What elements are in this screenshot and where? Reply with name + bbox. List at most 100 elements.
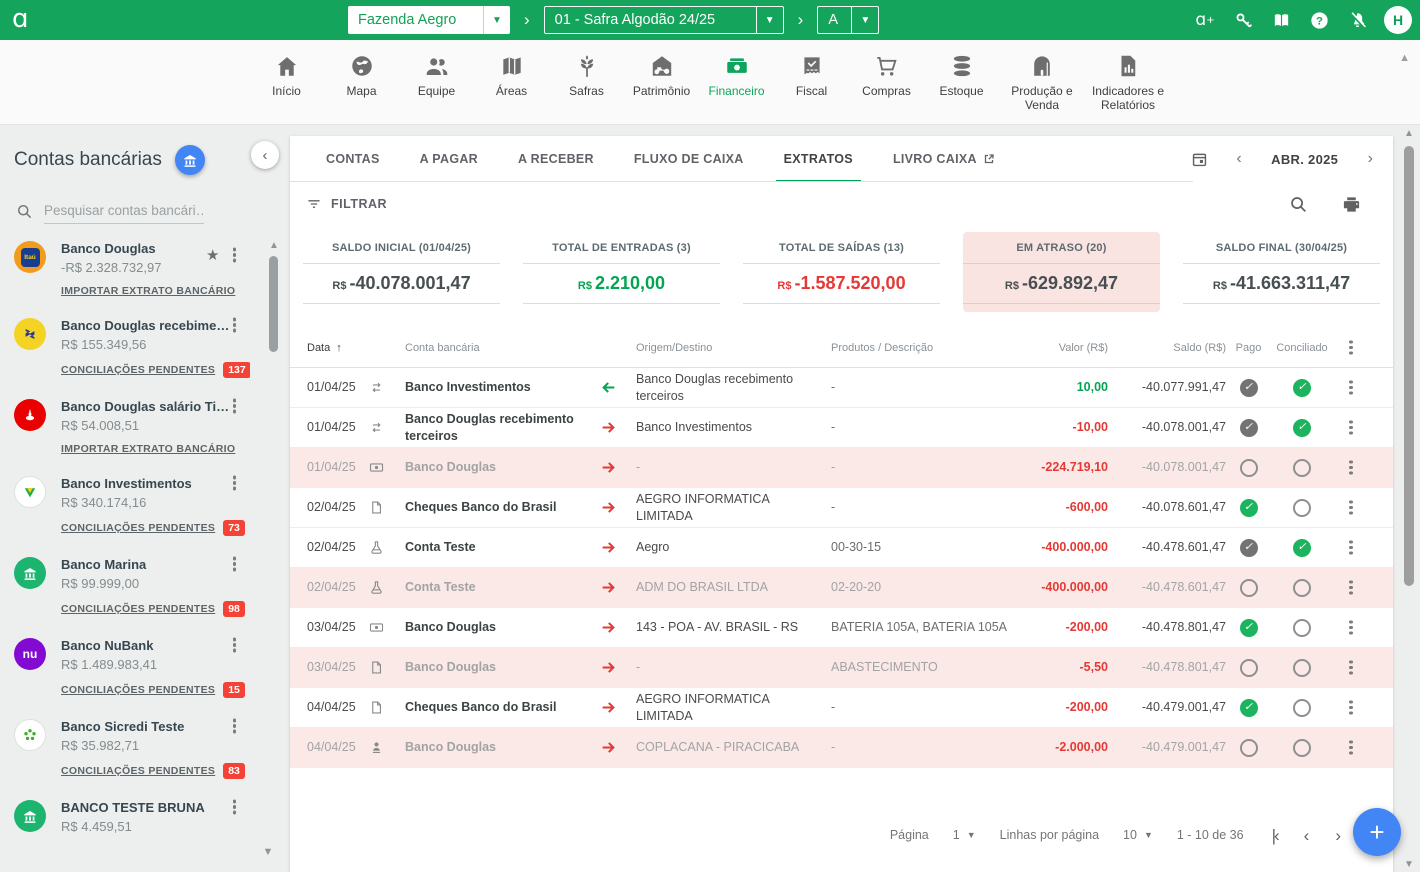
add-transaction-button[interactable]: + xyxy=(1353,808,1401,856)
table-row[interactable]: 01/04/25 Banco Douglas recebimento terce… xyxy=(290,408,1393,448)
account-menu-button[interactable] xyxy=(233,805,237,809)
book-icon[interactable] xyxy=(1270,9,1292,31)
column-origem-destino[interactable]: Origem/Destino xyxy=(636,342,831,354)
first-page-button[interactable]: |‹ xyxy=(1272,827,1278,844)
table-row[interactable]: 01/04/25 Banco Douglas - - -224.719,10 -… xyxy=(290,448,1393,488)
account-menu-button[interactable] xyxy=(233,253,237,257)
reconciled-status-icon[interactable] xyxy=(1293,579,1311,597)
season-selector[interactable]: 01 - Safra Algodão 24/25 ▼ xyxy=(544,6,784,34)
row-menu-button[interactable] xyxy=(1349,506,1353,510)
tab-contas[interactable]: CONTAS xyxy=(306,136,400,182)
scroll-down-icon[interactable]: ▼ xyxy=(1401,859,1417,870)
reconciled-status-icon[interactable] xyxy=(1293,379,1311,397)
scroll-down-icon[interactable]: ▼ xyxy=(258,846,278,858)
row-menu-button[interactable] xyxy=(1349,626,1353,630)
nav-fiscal[interactable]: Fiscal xyxy=(774,53,849,99)
tab-a-pagar[interactable]: A PAGAR xyxy=(400,136,498,182)
farm-selector[interactable]: Fazenda Aegro ▼ xyxy=(348,6,510,34)
list-item[interactable]: Banco MarinaR$ 99.999,00 CONCILIAÇÕES PE… xyxy=(14,557,250,617)
rows-per-page-select[interactable]: 10▼ xyxy=(1123,828,1153,842)
paid-status-icon[interactable] xyxy=(1240,499,1258,517)
collapse-nav-icon[interactable]: ▲ xyxy=(1399,52,1410,64)
pending-reconciliations-link[interactable]: CONCILIAÇÕES PENDENTES xyxy=(61,603,215,615)
scroll-up-icon[interactable]: ▲ xyxy=(1401,128,1417,139)
nav-areas[interactable]: Áreas xyxy=(474,53,549,99)
scrollbar-thumb[interactable] xyxy=(1404,146,1414,586)
aegro-plus-icon[interactable]: ɑ+ xyxy=(1194,9,1216,31)
pending-reconciliations-link[interactable]: CONCILIAÇÕES PENDENTES xyxy=(61,364,215,376)
tab-a-receber[interactable]: A RECEBER xyxy=(498,136,614,182)
previous-page-button[interactable]: ‹ xyxy=(1304,827,1310,844)
account-menu-button[interactable] xyxy=(233,724,237,728)
card-saldo-inicial[interactable]: SALDO INICIAL (01/04/25) R$-40.078.001,4… xyxy=(303,232,500,312)
paid-status-icon[interactable] xyxy=(1240,659,1258,677)
previous-month-button[interactable]: ‹ xyxy=(1232,150,1245,168)
table-row[interactable]: 03/04/25 Banco Douglas - ABASTECIMENTO -… xyxy=(290,648,1393,688)
collapse-sidebar-button[interactable]: ‹ xyxy=(251,141,279,169)
column-saldo[interactable]: Saldo (R$) xyxy=(1108,342,1226,354)
pending-reconciliations-link[interactable]: CONCILIAÇÕES PENDENTES xyxy=(61,684,215,696)
reconciled-status-icon[interactable] xyxy=(1293,459,1311,477)
paid-status-icon[interactable] xyxy=(1240,459,1258,477)
filter-button[interactable]: FILTRAR xyxy=(306,196,387,212)
column-produtos-descricao[interactable]: Produtos / Descrição xyxy=(831,342,1016,354)
import-statement-link[interactable]: IMPORTAR EXTRATO BANCÁRIO xyxy=(61,443,235,455)
search-icon[interactable] xyxy=(1289,195,1308,214)
reconciled-status-icon[interactable] xyxy=(1293,619,1311,637)
tab-extratos[interactable]: EXTRATOS xyxy=(764,136,873,182)
paid-status-icon[interactable] xyxy=(1240,699,1258,717)
list-item[interactable]: nu Banco NuBankR$ 1.489.983,41 CONCILIAÇ… xyxy=(14,638,250,698)
account-menu-button[interactable] xyxy=(233,481,237,485)
pending-reconciliations-link[interactable]: CONCILIAÇÕES PENDENTES xyxy=(61,522,215,534)
user-avatar[interactable]: H xyxy=(1384,6,1412,34)
pending-reconciliations-link[interactable]: CONCILIAÇÕES PENDENTES xyxy=(61,765,215,777)
reconciled-status-icon[interactable] xyxy=(1293,659,1311,677)
card-saldo-final[interactable]: SALDO FINAL (30/04/25) R$-41.663.311,47 xyxy=(1183,232,1380,312)
tab-fluxo-de-caixa[interactable]: FLUXO DE CAIXA xyxy=(614,136,764,182)
paid-status-icon[interactable] xyxy=(1240,379,1258,397)
tab-livro-caixa[interactable]: LIVRO CAIXA xyxy=(873,136,1015,182)
sidebar-scrollbar[interactable]: ▲ xyxy=(266,240,282,870)
table-row[interactable]: 01/04/25 Banco Investimentos Banco Dougl… xyxy=(290,368,1393,408)
key-icon[interactable] xyxy=(1232,9,1254,31)
card-em-atraso[interactable]: EM ATRASO (20) R$-629.892,47 xyxy=(963,232,1160,312)
nav-financeiro[interactable]: Financeiro xyxy=(699,53,774,99)
table-row[interactable]: 02/04/25 Conta Teste ADM DO BRASIL LTDA … xyxy=(290,568,1393,608)
paid-status-icon[interactable] xyxy=(1240,739,1258,757)
nav-inicio[interactable]: Início xyxy=(249,53,324,99)
next-month-button[interactable]: › xyxy=(1364,150,1377,168)
account-menu-button[interactable] xyxy=(233,643,237,647)
row-menu-button[interactable] xyxy=(1349,426,1353,430)
star-icon[interactable]: ★ xyxy=(206,246,219,264)
nav-producao-venda[interactable]: Produção e Venda xyxy=(999,53,1085,113)
field-selector[interactable]: A ▼ xyxy=(817,6,879,34)
nav-patrimonio[interactable]: Patrimônio xyxy=(624,53,699,99)
table-row[interactable]: 02/04/25 Cheques Banco do Brasil AEGRO I… xyxy=(290,488,1393,528)
page-scrollbar[interactable]: ▲ ▼ xyxy=(1401,128,1417,872)
column-pago[interactable]: Pago xyxy=(1226,342,1271,354)
table-row[interactable]: 04/04/25 Cheques Banco do Brasil AEGRO I… xyxy=(290,688,1393,728)
list-item[interactable]: Banco Douglas recebime…R$ 155.349,56 CON… xyxy=(14,318,250,378)
print-icon[interactable] xyxy=(1342,195,1361,214)
paid-status-icon[interactable] xyxy=(1240,419,1258,437)
nav-mapa[interactable]: Mapa xyxy=(324,53,399,99)
next-page-button[interactable]: › xyxy=(1335,827,1341,844)
list-item[interactable]: Banco Douglas salário Ti…R$ 54.008,51 IM… xyxy=(14,399,250,455)
row-menu-button[interactable] xyxy=(1349,666,1353,670)
paid-status-icon[interactable] xyxy=(1240,539,1258,557)
reconciled-status-icon[interactable] xyxy=(1293,419,1311,437)
reconciled-status-icon[interactable] xyxy=(1293,539,1311,557)
search-accounts-input[interactable] xyxy=(44,200,204,224)
nav-estoque[interactable]: Estoque xyxy=(924,53,999,99)
reconciled-status-icon[interactable] xyxy=(1293,499,1311,517)
account-menu-button[interactable] xyxy=(233,404,237,408)
help-icon[interactable] xyxy=(1308,9,1330,31)
list-item[interactable]: Itaú Banco Douglas-R$ 2.328.732,97 ★ IMP… xyxy=(14,241,250,297)
list-item[interactable]: Banco Sicredi TesteR$ 35.982,71 CONCILIA… xyxy=(14,719,250,779)
add-bank-account-button[interactable] xyxy=(175,145,205,175)
row-menu-button[interactable] xyxy=(1349,706,1353,710)
nav-indicadores-relatorios[interactable]: Indicadores e Relatórios xyxy=(1085,53,1171,113)
row-menu-button[interactable] xyxy=(1349,586,1353,590)
table-menu-button[interactable] xyxy=(1349,346,1353,350)
calendar-icon[interactable] xyxy=(1191,151,1208,168)
